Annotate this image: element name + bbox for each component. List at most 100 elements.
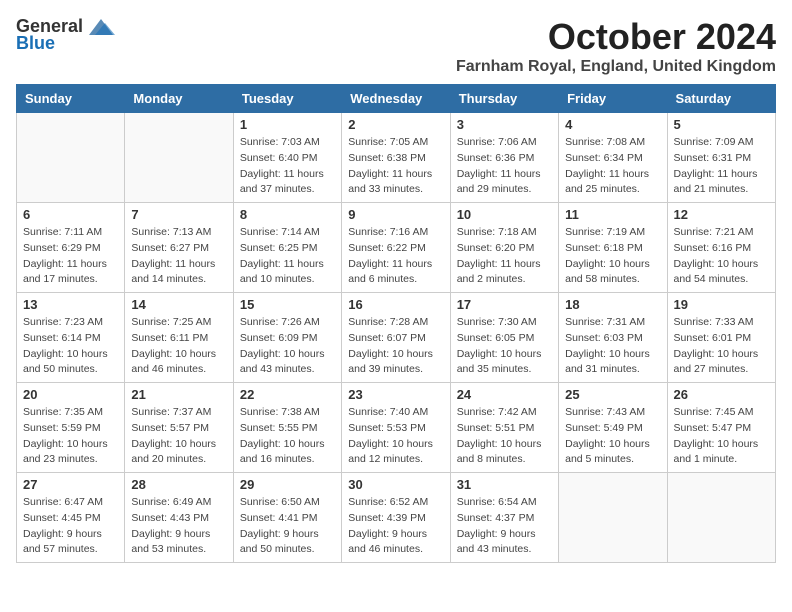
daylight-text: Daylight: 10 hours and 12 minutes. (348, 438, 433, 466)
calendar-week-row: 6Sunrise: 7:11 AMSunset: 6:29 PMDaylight… (17, 203, 776, 293)
sunset-text: Sunset: 5:53 PM (348, 422, 426, 434)
day-info: Sunrise: 7:40 AM Sunset: 5:53 PM Daylight:… (348, 405, 443, 468)
sunset-text: Sunset: 6:01 PM (674, 332, 752, 344)
day-number: 1 (240, 117, 335, 132)
day-number: 7 (131, 207, 226, 222)
calendar-cell: 17Sunrise: 7:30 AMSunset: 6:05 PMDayligh… (450, 293, 558, 383)
day-info: Sunrise: 7:08 AMSunset: 6:34 PMDaylight:… (565, 135, 660, 198)
day-info: Sunrise: 6:50 AMSunset: 4:41 PMDaylight:… (240, 495, 335, 558)
day-number: 19 (674, 297, 769, 312)
header-saturday: Saturday (667, 85, 775, 113)
logo: General Blue (16, 16, 117, 54)
sunrise-text: Sunrise: 7:38 AM (240, 406, 320, 418)
logo-icon (85, 17, 117, 37)
sunrise-text: Sunrise: 7:45 AM (674, 406, 754, 418)
day-number: 5 (674, 117, 769, 132)
sunset-text: Sunset: 6:40 PM (240, 152, 318, 164)
daylight-text: Daylight: 10 hours and 20 minutes. (131, 438, 216, 466)
sunrise-text: Sunrise: 7:05 AM (348, 136, 428, 148)
sunrise-text: Sunrise: 7:21 AM (674, 226, 754, 238)
day-info: Sunrise: 7:28 AMSunset: 6:07 PMDaylight:… (348, 315, 443, 378)
sunset-text: Sunset: 6:09 PM (240, 332, 318, 344)
day-number: 16 (348, 297, 443, 312)
calendar-cell: 9Sunrise: 7:16 AMSunset: 6:22 PMDaylight… (342, 203, 450, 293)
sunset-text: Sunset: 6:34 PM (565, 152, 643, 164)
day-info: Sunrise: 7:42 AMSunset: 5:51 PMDaylight:… (457, 405, 552, 468)
calendar-cell: 3Sunrise: 7:06 AMSunset: 6:36 PMDaylight… (450, 113, 558, 203)
sunrise-text: Sunrise: 7:18 AM (457, 226, 537, 238)
day-info: Sunrise: 7:21 AMSunset: 6:16 PMDaylight:… (674, 225, 769, 288)
day-number: 20 (23, 387, 118, 402)
header-wednesday: Wednesday (342, 85, 450, 113)
sunrise-text: Sunrise: 7:09 AM (674, 136, 754, 148)
sunrise-text: Sunrise: 7:40 AM (348, 406, 428, 418)
day-number: 31 (457, 477, 552, 492)
calendar-cell: 18Sunrise: 7:31 AMSunset: 6:03 PMDayligh… (559, 293, 667, 383)
day-info: Sunrise: 6:54 AMSunset: 4:37 PMDaylight:… (457, 495, 552, 558)
calendar-cell (125, 113, 233, 203)
sunrise-text: Sunrise: 7:30 AM (457, 316, 537, 328)
daylight-text: Daylight: 10 hours and 54 minutes. (674, 258, 759, 286)
calendar-cell: 28Sunrise: 6:49 AMSunset: 4:43 PMDayligh… (125, 473, 233, 563)
calendar-cell: 20 Sunrise: 7:35 AMSunset: 5:59 PMDayligh… (17, 383, 125, 473)
daylight-text: Daylight: 11 hours and 10 minutes. (240, 258, 324, 286)
title-area: October 2024 Farnham Royal, England, Uni… (456, 16, 776, 76)
calendar-cell: 23 Sunrise: 7:40 AM Sunset: 5:53 PM Dayligh… (342, 383, 450, 473)
calendar-cell: 26Sunrise: 7:45 AMSunset: 5:47 PMDayligh… (667, 383, 775, 473)
sunset-text: Sunset: 6:29 PM (23, 242, 101, 254)
calendar-cell: 27Sunrise: 6:47 AMSunset: 4:45 PMDayligh… (17, 473, 125, 563)
sunrise-text: Sunrise: 7:14 AM (240, 226, 320, 238)
calendar-cell: 7 Sunrise: 7:13 AMSunset: 6:27 PMDaylight… (125, 203, 233, 293)
calendar-cell: 4Sunrise: 7:08 AMSunset: 6:34 PMDaylight… (559, 113, 667, 203)
sunset-text: Sunset: 6:20 PM (457, 242, 535, 254)
day-info: Sunrise: 7:45 AMSunset: 5:47 PMDaylight:… (674, 405, 769, 468)
location-title: Farnham Royal, England, United Kingdom (456, 58, 776, 76)
day-info: Sunrise: 7:35 AMSunset: 5:59 PMDaylight:… (23, 405, 118, 468)
sunrise-text: Sunrise: 6:49 AM (131, 496, 211, 508)
header-friday: Friday (559, 85, 667, 113)
calendar-cell (667, 473, 775, 563)
sunrise-text: Sunrise: 7:08 AM (565, 136, 645, 148)
sunrise-text: Sunrise: 6:52 AM (348, 496, 428, 508)
day-info: Sunrise: 7:09 AMSunset: 6:31 PMDaylight:… (674, 135, 769, 198)
day-number: 8 (240, 207, 335, 222)
day-number: 3 (457, 117, 552, 132)
sunset-text: Sunset: 6:22 PM (348, 242, 426, 254)
calendar-cell: 1Sunrise: 7:03 AMSunset: 6:40 PMDaylight… (233, 113, 341, 203)
calendar-week-row: 13Sunrise: 7:23 AMSunset: 6:14 PMDayligh… (17, 293, 776, 383)
day-number: 23 (348, 387, 443, 402)
day-number: 2 (348, 117, 443, 132)
daylight-text: Daylight: 10 hours and 8 minutes. (457, 438, 542, 466)
sunrise-text: Sunrise: 7:35 AM (23, 406, 103, 418)
daylight-text: Daylight: 11 hours and 17 minutes. (23, 258, 107, 286)
calendar-cell: 22Sunrise: 7:38 AMSunset: 5:55 PMDayligh… (233, 383, 341, 473)
daylight-text: Daylight: 10 hours and 43 minutes. (240, 348, 325, 376)
calendar-week-row: 1Sunrise: 7:03 AMSunset: 6:40 PMDaylight… (17, 113, 776, 203)
sunrise-text: Sunrise: 7:19 AM (565, 226, 645, 238)
day-number: 10 (457, 207, 552, 222)
day-number: 4 (565, 117, 660, 132)
day-info: Sunrise: 7:37 AMSunset: 5:57 PMDaylight:… (131, 405, 226, 468)
day-number: 11 (565, 207, 660, 222)
daylight-text: Daylight: 9 hours and 50 minutes. (240, 528, 319, 556)
sunrise-text: Sunrise: 7:26 AM (240, 316, 320, 328)
day-number: 12 (674, 207, 769, 222)
calendar-cell: 24Sunrise: 7:42 AMSunset: 5:51 PMDayligh… (450, 383, 558, 473)
day-info: Sunrise: 7:11 AMSunset: 6:29 PMDaylight:… (23, 225, 118, 288)
calendar-cell: 12 Sunrise: 7:21 AMSunset: 6:16 PMDayligh… (667, 203, 775, 293)
sunset-text: Sunset: 4:43 PM (131, 512, 209, 524)
sunset-text: Sunset: 6:18 PM (565, 242, 643, 254)
header-monday: Monday (125, 85, 233, 113)
sunrise-text: Sunrise: 7:31 AM (565, 316, 645, 328)
daylight-text: Daylight: 10 hours and 23 minutes. (23, 438, 108, 466)
sunset-text: Sunset: 6:36 PM (457, 152, 535, 164)
calendar-week-row: 27Sunrise: 6:47 AMSunset: 4:45 PMDayligh… (17, 473, 776, 563)
sunrise-text: Sunrise: 7:42 AM (457, 406, 537, 418)
day-number: 30 (348, 477, 443, 492)
calendar-week-row: 20 Sunrise: 7:35 AMSunset: 5:59 PMDayligh… (17, 383, 776, 473)
day-info: Sunrise: 7:13 AMSunset: 6:27 PMDaylight:… (131, 225, 226, 288)
sunset-text: Sunset: 6:27 PM (131, 242, 209, 254)
day-info: Sunrise: 7:31 AMSunset: 6:03 PMDaylight:… (565, 315, 660, 378)
sunrise-text: Sunrise: 6:50 AM (240, 496, 320, 508)
header-thursday: Thursday (450, 85, 558, 113)
